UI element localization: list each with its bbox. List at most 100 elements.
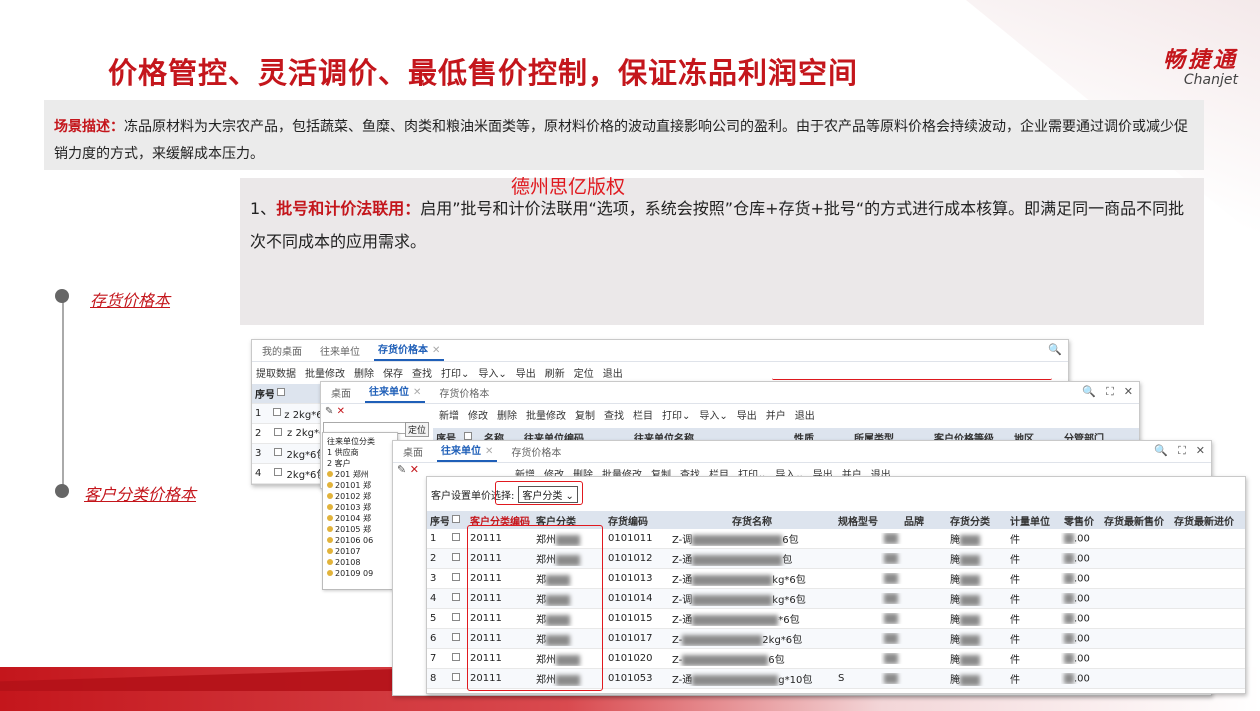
table-row[interactable]: 2z 2kg*6 [252, 424, 322, 444]
tree-node[interactable]: 20105 郑 [327, 524, 393, 535]
slide-title: 价格管控、灵活调价、最低售价控制，保证冻品利润空间 [108, 56, 859, 90]
tree-node[interactable]: 201 郑州 [327, 469, 393, 480]
toolbar-edit[interactable]: 修改 [468, 407, 488, 422]
row-list: 序号 1z 2kg*6包 2z 2kg*6 32kg*6包 42kg*6包 [252, 384, 322, 484]
timeline-dot [55, 289, 69, 303]
toolbar-batch-edit[interactable]: 批量修改 [305, 365, 345, 380]
edit-icon[interactable]: ✎ [397, 463, 406, 476]
timeline-link-customer-class-price[interactable]: 客户分类价格本 [84, 481, 196, 505]
tab-partners[interactable]: 往来单位 [316, 343, 364, 361]
folder-icon [327, 504, 333, 510]
timeline-link-inventory-price[interactable]: 存货价格本 [90, 287, 170, 311]
folder-icon [327, 537, 333, 543]
toolbar-new[interactable]: 新增 [439, 407, 459, 422]
category-tree: 往来单位分类 1 供应商 2 客户 201 郑州 20101 郑 20102 郑… [322, 432, 398, 590]
edit-icon[interactable]: ✎ [325, 406, 333, 417]
delete-icon[interactable]: ✕ [410, 463, 419, 476]
folder-icon [327, 493, 333, 499]
tree-node[interactable]: 20104 郑 [327, 513, 393, 524]
toolbar-import[interactable]: 导入⌄ [478, 365, 506, 380]
search-icon[interactable]: 🔍 [1048, 343, 1062, 356]
logo-en: Chanjet [1183, 72, 1238, 88]
toolbar-export[interactable]: 导出 [516, 365, 536, 380]
tree-node[interactable]: 2 客户 [327, 458, 393, 469]
tree-node[interactable]: 20101 郑 [327, 480, 393, 491]
maximize-icon[interactable]: ⛶ [1178, 444, 1186, 458]
delete-icon[interactable]: ✕ [337, 406, 345, 417]
toolbar-print[interactable]: 打印⌄ [441, 365, 469, 380]
maximize-icon[interactable]: ⛶ [1106, 385, 1114, 399]
edit-delete-icons: ✎ ✕ [325, 406, 345, 417]
tree-node[interactable]: 20107 [327, 546, 393, 557]
scenario-label: 场景描述： [54, 119, 124, 135]
feature-box: 1、批号和计价法联用：启用”批号和计价法联用“选项，系统会按照”仓库+存货+批号… [240, 178, 1204, 325]
toolbar-find[interactable]: 查找 [412, 365, 432, 380]
logo-cn: 畅捷通 [1162, 48, 1238, 73]
toolbar-find[interactable]: 查找 [604, 407, 624, 422]
highlight-selector-box [495, 481, 583, 505]
search-icon[interactable]: 🔍 [1082, 385, 1096, 399]
highlight-box [772, 376, 1052, 380]
tab-bar: 我的桌面 往来单位 存货价格本 ✕ 🔍 [252, 340, 1068, 362]
tab-desktop[interactable]: 桌面 [327, 385, 355, 403]
tree-node[interactable]: 往来单位分类 [327, 436, 393, 447]
folder-icon [327, 515, 333, 521]
window-controls: 🔍 [1048, 343, 1062, 356]
tab-desktop[interactable]: 桌面 [399, 444, 427, 462]
timeline-dot [55, 484, 69, 498]
search-icon[interactable]: 🔍 [1154, 444, 1168, 458]
tab-inventory-price[interactable]: 存货价格本 [435, 385, 493, 403]
tree-node[interactable]: 20106 06 [327, 535, 393, 546]
window-controls: 🔍 ⛶ ✕ [1154, 444, 1205, 458]
window-controls: 🔍 ⛶ ✕ [1082, 385, 1133, 399]
toolbar: 新增 修改 删除 批量修改 复制 查找 栏目 打印⌄ 导入⌄ 导出 并户 退出 [421, 404, 815, 424]
toolbar-import[interactable]: 导入⌄ [699, 407, 727, 422]
locate-button[interactable]: 定位 [405, 422, 430, 437]
customer-class-price-grid: 客户设置单价选择: 客户分类 ⌄ 序号 客户分类编码 客户分类 存货编码 存货名… [426, 476, 1246, 694]
toolbar-save[interactable]: 保存 [383, 365, 403, 380]
close-icon[interactable]: ✕ [413, 387, 421, 398]
tab-desktop[interactable]: 我的桌面 [258, 343, 306, 361]
watermark-text: 德州思亿版权 [511, 176, 626, 198]
table-row[interactable]: 42kg*6包 [252, 464, 322, 484]
tree-node[interactable]: 20103 郑 [327, 502, 393, 513]
folder-icon [327, 548, 333, 554]
toolbar-print[interactable]: 打印⌄ [662, 407, 690, 422]
scenario-text: 冻品原材料为大宗农产品，包括蔬菜、鱼糜、肉类和粮油米面类等，原材料价格的波动直接… [54, 119, 1188, 162]
toolbar-export[interactable]: 导出 [737, 407, 757, 422]
close-icon[interactable]: ✕ [485, 446, 493, 457]
close-window-icon[interactable]: ✕ [1124, 385, 1133, 399]
folder-icon [327, 526, 333, 532]
tree-node[interactable]: 1 供应商 [327, 447, 393, 458]
tab-partners[interactable]: 往来单位 ✕ [437, 442, 498, 462]
tab-inventory-price[interactable]: 存货价格本 [507, 444, 565, 462]
toolbar-refresh[interactable]: 刷新 [545, 365, 565, 380]
toolbar-merge[interactable]: 并户 [766, 407, 786, 422]
tree-node[interactable]: 20109 09 [327, 568, 393, 579]
table-row: 序号 [252, 384, 322, 404]
toolbar-exit[interactable]: 退出 [795, 407, 815, 422]
toolbar-copy[interactable]: 复制 [575, 407, 595, 422]
tab-bar: 桌面 往来单位 ✕ 存货价格本 🔍 ⛶ ✕ [393, 441, 1211, 463]
highlight-class-columns-box [467, 525, 603, 691]
toolbar-locate[interactable]: 定位 [574, 365, 594, 380]
toolbar-fetch[interactable]: 提取数据 [256, 365, 296, 380]
toolbar-batch-edit[interactable]: 批量修改 [526, 407, 566, 422]
toolbar-columns[interactable]: 栏目 [633, 407, 653, 422]
folder-icon [327, 471, 333, 477]
feature-label: 批号和计价法联用： [276, 199, 421, 218]
scenario-description: 场景描述：冻品原材料为大宗农产品，包括蔬菜、鱼糜、肉类和粮油米面类等，原材料价格… [44, 100, 1204, 170]
close-icon[interactable]: ✕ [432, 345, 440, 356]
table-row[interactable]: 1z 2kg*6包 [252, 404, 322, 424]
toolbar-delete[interactable]: 删除 [354, 365, 374, 380]
close-window-icon[interactable]: ✕ [1196, 444, 1205, 458]
tab-partners[interactable]: 往来单位 ✕ [365, 383, 426, 403]
table-row[interactable]: 32kg*6包 [252, 444, 322, 464]
toolbar-delete[interactable]: 删除 [497, 407, 517, 422]
tab-inventory-price[interactable]: 存货价格本 ✕ [374, 341, 445, 361]
tree-node[interactable]: 20102 郑 [327, 491, 393, 502]
toolbar-exit[interactable]: 退出 [603, 365, 623, 380]
tree-node[interactable]: 20108 [327, 557, 393, 568]
feature-prefix: 1、 [250, 199, 277, 218]
brand-logo: 畅捷通 Chanjet [1163, 42, 1238, 88]
